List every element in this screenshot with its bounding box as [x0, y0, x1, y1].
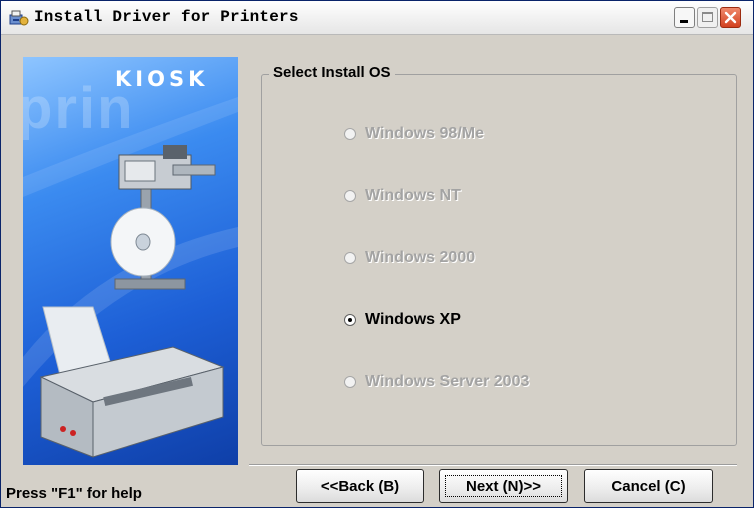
back-button[interactable]: <<Back (B) — [296, 469, 424, 503]
radio-label: Windows 98/Me — [365, 125, 484, 142]
radio-windows-nt[interactable]: Windows NT — [344, 187, 461, 205]
help-hint: Press "F1" for help — [6, 485, 142, 502]
radio-button-icon — [344, 252, 356, 264]
radio-label: Windows Server 2003 — [365, 373, 530, 390]
close-button[interactable] — [720, 7, 741, 28]
radio-button-icon — [344, 128, 356, 140]
radio-windows-98-me[interactable]: Windows 98/Me — [344, 125, 484, 143]
next-button[interactable]: Next (N)>> — [439, 469, 568, 503]
radio-button-icon — [344, 190, 356, 202]
installer-icon — [9, 10, 29, 26]
maximize-button[interactable] — [697, 7, 718, 28]
installer-window: Install Driver for Printers prin KIOSK S… — [0, 0, 754, 508]
radio-label: Windows NT — [365, 187, 461, 204]
radio-windows-xp[interactable]: Windows XP — [344, 311, 461, 329]
banner-brand: KIOSK — [115, 67, 209, 91]
minimize-button[interactable] — [674, 7, 695, 28]
cancel-button[interactable]: Cancel (C) — [584, 469, 713, 503]
back-button-label: <<Back (B) — [320, 477, 400, 495]
radio-label: Windows 2000 — [365, 249, 476, 266]
title-bar[interactable]: Install Driver for Printers — [1, 1, 753, 35]
radio-label: Windows XP — [365, 311, 461, 328]
group-legend: Select Install OS — [269, 64, 395, 81]
product-banner: prin KIOSK — [23, 57, 238, 465]
window-title: Install Driver for Printers — [34, 8, 299, 26]
radio-windows-2000[interactable]: Windows 2000 — [344, 249, 475, 267]
radio-windows-server-2003[interactable]: Windows Server 2003 — [344, 373, 529, 391]
minimize-icon — [680, 20, 688, 23]
maximize-icon — [702, 12, 713, 22]
radio-button-selected-icon — [344, 314, 356, 326]
focus-ring — [445, 475, 562, 497]
button-separator — [249, 464, 737, 466]
close-icon — [724, 11, 737, 24]
radio-button-icon — [344, 376, 356, 388]
cancel-button-label: Cancel (C) — [611, 477, 686, 495]
